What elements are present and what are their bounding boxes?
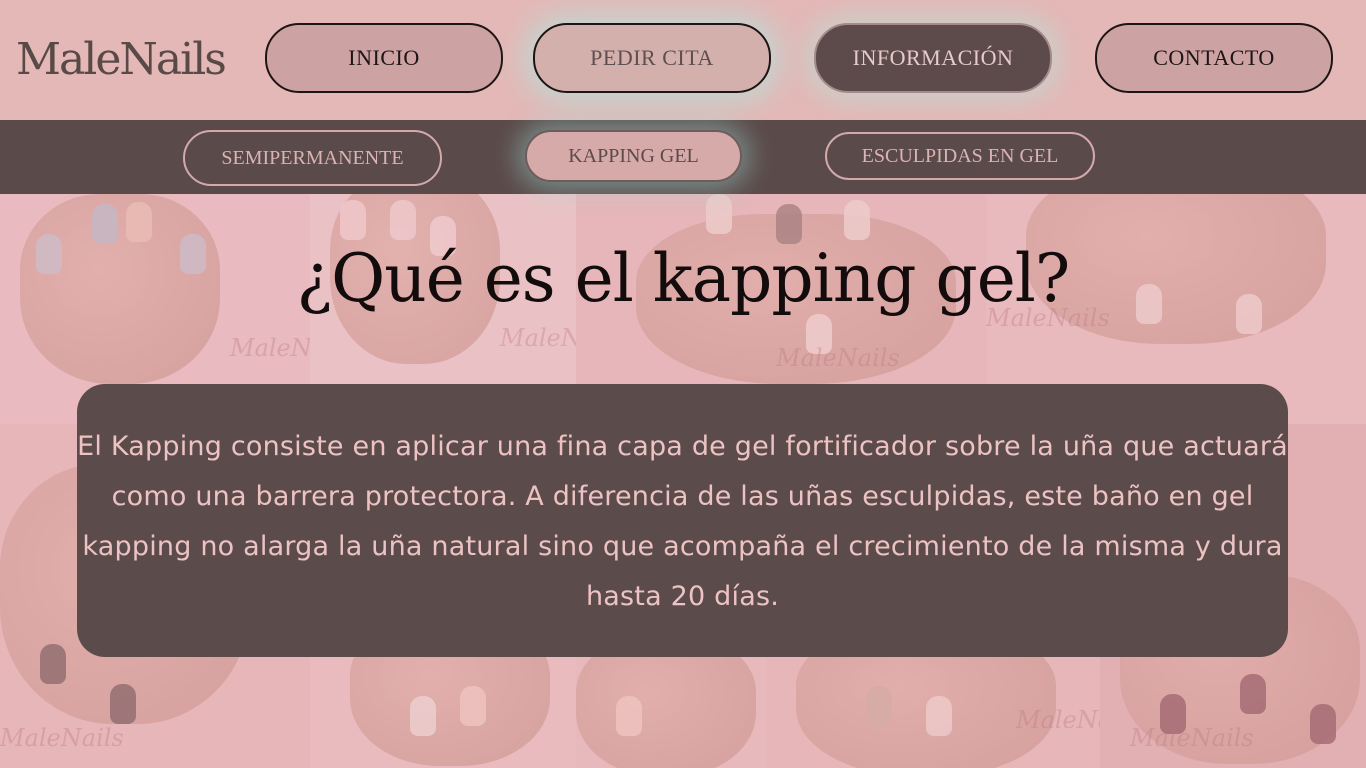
subnav-semipermanente-button[interactable]: SEMIPERMANENTE: [183, 130, 442, 186]
info-card: El Kapping consiste en aplicar una fina …: [77, 384, 1288, 657]
nav-contacto-button[interactable]: CONTACTO: [1095, 23, 1333, 93]
nav-pedir-cita-button[interactable]: PEDIR CITA: [533, 23, 771, 93]
info-card-text: El Kapping consiste en aplicar una fina …: [77, 431, 1288, 612]
info-subnav: SEMIPERMANENTE KAPPING GEL ESCULPIDAS EN…: [0, 120, 1366, 194]
nav-inicio-button[interactable]: INICIO: [265, 23, 503, 93]
header: MaleNails INICIO PEDIR CITA INFORMACIÓN …: [0, 0, 1366, 120]
page-title: ¿Qué es el kapping gel?: [296, 240, 1071, 317]
nav-informacion-button[interactable]: INFORMACIÓN: [814, 23, 1052, 93]
subnav-esculpidas-en-gel-button[interactable]: ESCULPIDAS EN GEL: [825, 132, 1095, 180]
site-logo[interactable]: MaleNails: [16, 34, 227, 85]
subnav-kapping-gel-button[interactable]: KAPPING GEL: [525, 130, 742, 182]
